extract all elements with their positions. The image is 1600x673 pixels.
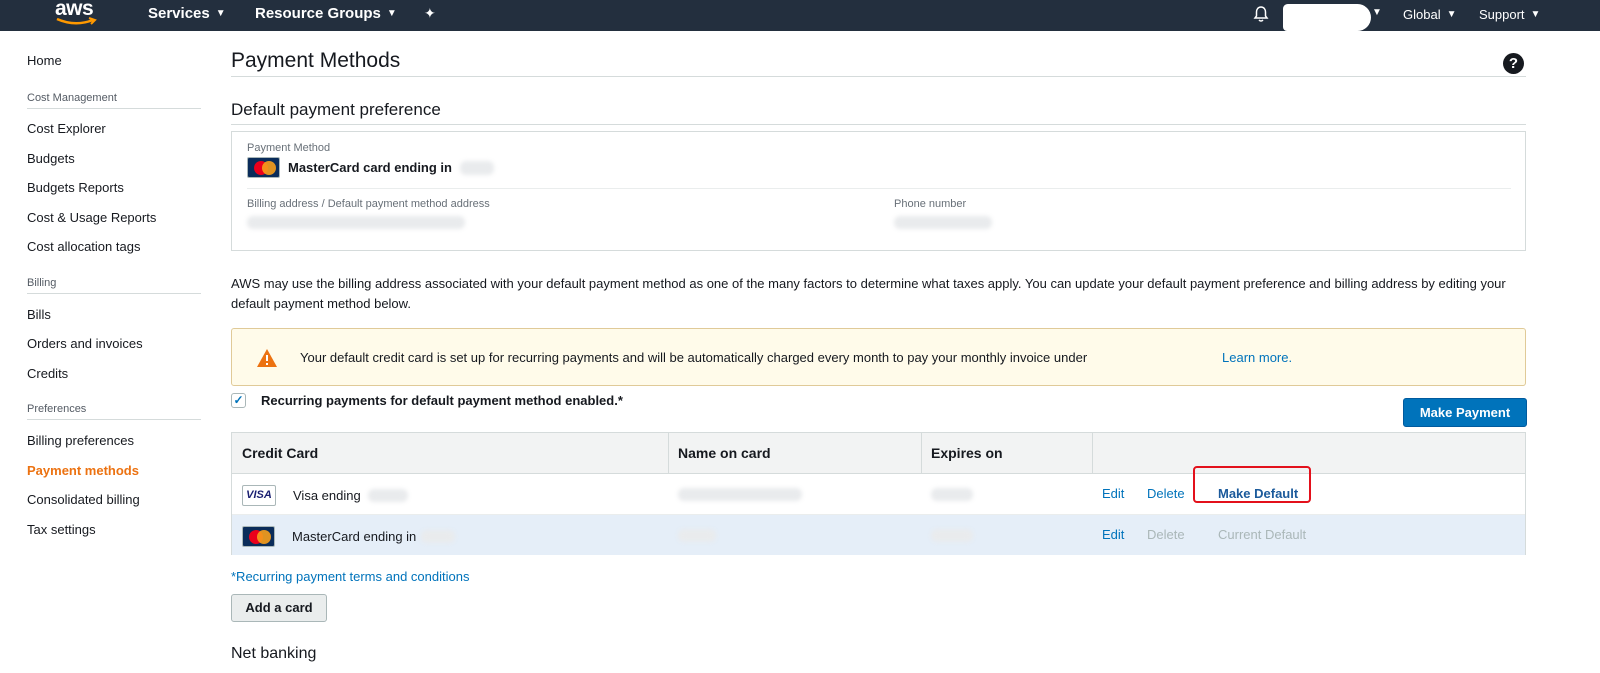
resource-groups-menu[interactable]: Resource Groups ▼	[255, 5, 397, 22]
payment-method-value: MasterCard card ending in	[288, 160, 452, 175]
region-label: Global	[1403, 7, 1441, 22]
sidebar-item-cost-usage-reports[interactable]: Cost & Usage Reports	[27, 210, 156, 225]
aws-logo[interactable]: aws	[55, 0, 101, 25]
recurring-payments-label: Recurring payments for default payment m…	[261, 393, 623, 408]
make-default-highlight	[1193, 466, 1311, 503]
mastercard-icon	[247, 157, 280, 178]
sidebar-item-billing-preferences[interactable]: Billing preferences	[27, 433, 134, 448]
table-header: Credit Card Name on card Expires on	[232, 433, 1525, 474]
redacted-name-on-card	[678, 529, 716, 542]
resource-groups-label: Resource Groups	[255, 5, 381, 22]
page-title: Payment Methods	[231, 49, 401, 72]
recurring-terms-link[interactable]: *Recurring payment terms and conditions	[231, 569, 469, 584]
default-payment-preference-heading: Default payment preference	[231, 100, 441, 119]
make-payment-button[interactable]: Make Payment	[1403, 398, 1527, 427]
warning-icon	[257, 349, 277, 367]
chevron-down-icon: ▼	[215, 8, 226, 19]
sidebar-item-payment-methods[interactable]: Payment methods	[27, 463, 139, 478]
chevron-down-icon: ▼	[1530, 9, 1541, 20]
redacted-card-number	[367, 489, 408, 502]
credit-cards-table: Credit Card Name on card Expires on VISA…	[231, 432, 1526, 555]
visa-icon: VISA	[242, 485, 276, 506]
edit-card-button[interactable]: Edit	[1102, 527, 1124, 542]
table-row: VISA Visa ending Edit Delete Make Defaul…	[232, 474, 1525, 514]
top-navigation-bar: aws Services ▼ Resource Groups ▼ ✦ ▼ Globa…	[0, 0, 1600, 31]
table-row: MasterCard ending in Edit Delete Current…	[232, 515, 1525, 555]
payment-method-label: Payment Method	[247, 142, 331, 154]
column-header-name-on-card: Name on card	[678, 445, 771, 461]
redacted-expiry	[931, 488, 973, 501]
aws-smile-icon	[56, 17, 97, 25]
divider	[231, 76, 1526, 77]
card-cell: VISA Visa ending	[242, 485, 408, 506]
sidebar-section-preferences: Preferences	[27, 403, 201, 420]
services-label: Services	[148, 5, 210, 22]
card-label: MasterCard ending in	[292, 529, 417, 544]
sidebar-item-tax-settings[interactable]: Tax settings	[27, 522, 96, 537]
add-card-button[interactable]: Add a card	[231, 594, 327, 622]
redacted-expiry	[931, 529, 973, 542]
net-banking-heading: Net banking	[231, 645, 317, 662]
default-payment-preference-panel: Payment Method MasterCard card ending in…	[231, 131, 1526, 251]
redacted-name-on-card	[678, 488, 802, 501]
sidebar-item-home[interactable]: Home	[27, 53, 62, 68]
account-menu[interactable]	[1283, 4, 1371, 31]
alert-message: Your default credit card is set up for r…	[300, 350, 1088, 365]
column-divider	[668, 433, 669, 474]
edit-card-button[interactable]: Edit	[1102, 486, 1124, 501]
support-menu[interactable]: Support ▼	[1479, 7, 1540, 22]
sidebar-section-cost-management: Cost Management	[27, 92, 201, 109]
divider	[247, 188, 1511, 189]
sidebar-item-cost-explorer[interactable]: Cost Explorer	[27, 121, 106, 136]
card-cell: MasterCard ending in	[242, 526, 456, 547]
sidebar-section-billing: Billing	[27, 277, 201, 294]
tax-info-text: AWS may use the billing address associat…	[231, 276, 1506, 311]
sidebar-item-credits[interactable]: Credits	[27, 366, 68, 381]
chevron-down-icon: ▼	[1446, 9, 1457, 20]
column-divider	[921, 433, 922, 474]
chevron-down-icon: ▼	[1372, 7, 1382, 18]
column-header-credit-card: Credit Card	[242, 445, 319, 461]
checkmark-icon: ✓	[233, 393, 244, 407]
help-icon[interactable]: ?	[1503, 53, 1524, 74]
bell-icon[interactable]	[1252, 5, 1270, 23]
column-header-expires-on: Expires on	[931, 445, 1003, 461]
redacted-billing-address	[247, 216, 465, 229]
sidebar-item-consolidated-billing[interactable]: Consolidated billing	[27, 492, 140, 507]
redacted-card-number	[459, 160, 494, 175]
card-label: Visa ending	[293, 488, 361, 503]
sidebar-item-budgets-reports[interactable]: Budgets Reports	[27, 180, 124, 195]
column-divider	[1092, 433, 1093, 474]
recurring-payments-checkbox[interactable]: ✓	[231, 393, 246, 408]
sidebar-item-budgets[interactable]: Budgets	[27, 151, 75, 166]
services-menu[interactable]: Services ▼	[148, 5, 226, 22]
region-menu[interactable]: Global ▼	[1403, 7, 1456, 22]
current-default-label: Current Default	[1218, 527, 1307, 542]
sidebar-item-bills[interactable]: Bills	[27, 307, 51, 322]
sidebar-item-cost-allocation-tags[interactable]: Cost allocation tags	[27, 239, 140, 254]
sidebar-item-orders-invoices[interactable]: Orders and invoices	[27, 336, 143, 351]
redacted-card-number	[421, 530, 456, 543]
pin-icon[interactable]: ✦	[424, 5, 436, 22]
delete-card-button[interactable]: Delete	[1147, 486, 1185, 501]
divider	[231, 124, 1526, 125]
recurring-payment-alert: Your default credit card is set up for r…	[231, 328, 1526, 386]
default-payment-method: MasterCard card ending in	[247, 157, 494, 178]
support-label: Support	[1479, 7, 1525, 22]
phone-number-label: Phone number	[894, 198, 967, 210]
delete-card-button-disabled: Delete	[1147, 527, 1185, 542]
mastercard-icon	[242, 526, 275, 547]
learn-more-link[interactable]: Learn more.	[1222, 350, 1292, 365]
billing-address-label: Billing address / Default payment method…	[247, 198, 490, 210]
chevron-down-icon: ▼	[386, 8, 397, 19]
redacted-phone-number	[894, 216, 992, 229]
